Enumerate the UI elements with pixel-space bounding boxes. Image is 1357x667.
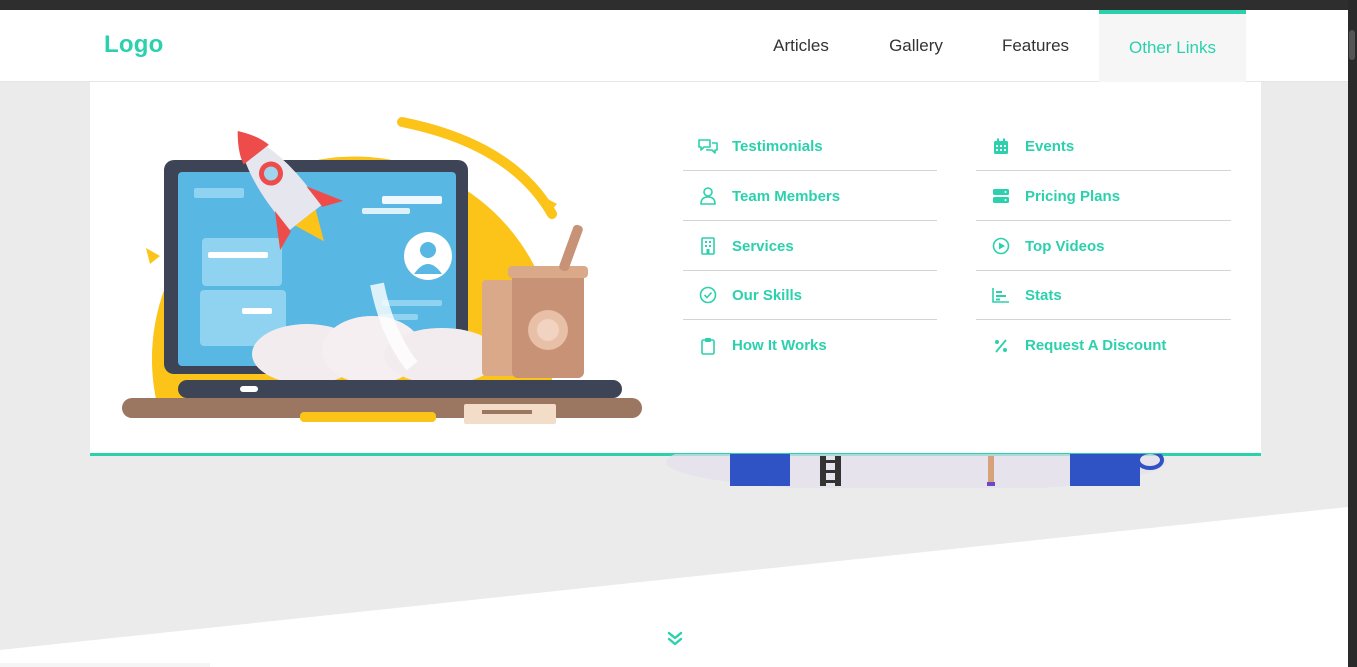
calendar-icon (990, 135, 1012, 157)
scroll-down-icon[interactable] (665, 630, 685, 648)
menu-item-label: Top Videos (1025, 237, 1105, 255)
site-header: Logo Articles Gallery Features Other Lin… (0, 10, 1348, 82)
menu-item-label: How It Works (732, 337, 827, 354)
check-circle-icon (697, 284, 719, 306)
percent-icon (990, 335, 1012, 357)
menu-item-services[interactable]: Services (683, 222, 937, 271)
bottom-strip (0, 663, 210, 667)
menu-item-team-members[interactable]: Team Members (683, 172, 937, 221)
menu-item-events[interactable]: Events (976, 122, 1231, 171)
menu-item-label: Events (1025, 137, 1075, 155)
mega-menu-dropdown: Testimonials Team Members Services Our S… (90, 82, 1261, 456)
site-logo[interactable]: Logo (104, 31, 163, 59)
menu-item-request-a-discount[interactable]: Request A Discount (976, 321, 1231, 370)
menu-item-label: Stats (1025, 286, 1062, 304)
menu-item-label: Pricing Plans (1025, 187, 1121, 205)
scrollbar-thumb[interactable] (1349, 30, 1355, 60)
user-icon (697, 185, 719, 207)
menu-item-testimonials[interactable]: Testimonials (683, 122, 937, 171)
menu-item-label: Testimonials (732, 137, 823, 155)
nav-gallery[interactable]: Gallery (868, 10, 964, 82)
browser-top-strip (0, 0, 1357, 10)
rocket-laptop-illustration (122, 117, 642, 424)
menu-item-label: Team Members (732, 187, 841, 205)
server-icon (990, 185, 1012, 207)
bar-chart-icon (990, 284, 1012, 306)
chat-bubbles-icon (697, 135, 719, 157)
menu-item-how-it-works[interactable]: How It Works (683, 321, 937, 370)
menu-item-our-skills[interactable]: Our Skills (683, 271, 937, 320)
window-scrollbar[interactable] (1348, 0, 1357, 667)
clipboard-icon (697, 335, 719, 357)
nav-features[interactable]: Features (984, 10, 1087, 82)
nav-other-links[interactable]: Other Links (1099, 10, 1246, 82)
page: Logo Articles Gallery Features Other Lin… (0, 10, 1348, 667)
menu-item-stats[interactable]: Stats (976, 271, 1231, 320)
menu-item-label: Our Skills (732, 286, 803, 304)
nav-articles[interactable]: Articles (752, 10, 850, 82)
hero-illustration-partial (666, 454, 1166, 488)
menu-item-label: Services (732, 237, 794, 255)
menu-item-top-videos[interactable]: Top Videos (976, 222, 1231, 271)
menu-item-pricing-plans[interactable]: Pricing Plans (976, 172, 1231, 221)
play-circle-icon (990, 235, 1012, 257)
building-icon (697, 235, 719, 257)
menu-item-label: Request A Discount (1025, 337, 1167, 354)
